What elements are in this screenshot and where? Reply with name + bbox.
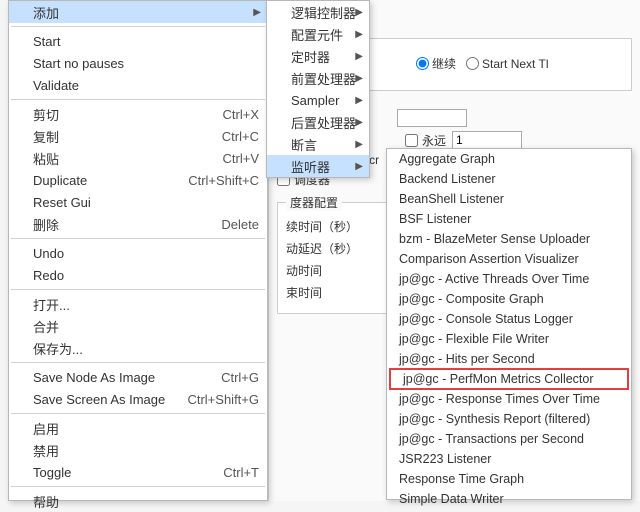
menu-paste[interactable]: 粘贴Ctrl+V [9,147,267,169]
chevron-right-icon: ▶ [355,73,363,84]
loop-input[interactable] [452,131,522,149]
submenu-assertion[interactable]: 断言▶ [267,133,369,155]
listener-submenu: Aggregate Graph Backend Listener BeanShell… [386,148,632,500]
listener-item-label: BSF Listener [399,212,623,226]
listener-item[interactable]: jp@gc - Console Status Logger [387,309,631,329]
separator [11,486,265,487]
menu-add[interactable]: 添加▶ [9,1,267,23]
context-menu: 添加▶ Start Start no pauses Validate 剪切Ctr… [8,0,268,501]
separator [11,362,265,363]
menu-enable[interactable]: 启用 [9,417,267,439]
chevron-right-icon: ▶ [355,161,363,172]
menu-cut[interactable]: 剪切Ctrl+X [9,103,267,125]
listener-item[interactable]: jp@gc - Transactions per Second [387,429,631,449]
chevron-right-icon: ▶ [355,139,363,150]
menu-save-as[interactable]: 保存为... [9,337,267,359]
listener-item[interactable]: bzm - BlazeMeter Sense Uploader [387,229,631,249]
listener-item-label: BeanShell Listener [399,192,623,206]
chevron-right-icon: ▶ [355,7,363,18]
rampup-input[interactable] [397,109,467,127]
menu-start-no-pauses[interactable]: Start no pauses [9,52,267,74]
menu-start[interactable]: Start [9,30,267,52]
listener-item[interactable]: jp@gc - Response Times Over Time [387,389,631,409]
submenu-sampler[interactable]: Sampler▶ [267,89,369,111]
separator [11,238,265,239]
listener-item-label: jp@gc - Composite Graph [399,292,623,306]
listener-item[interactable]: JSR223 Listener [387,449,631,469]
submenu-listener[interactable]: 监听器▶ [267,155,369,177]
listener-item[interactable]: Backend Listener [387,169,631,189]
add-submenu: 逻辑控制器▶ 配置元件▶ 定时器▶ 前置处理器▶ Sampler▶ 后置处理器▶… [266,0,370,178]
listener-item[interactable]: jp@gc - Synthesis Report (filtered) [387,409,631,429]
separator [11,99,265,100]
menu-redo[interactable]: Redo [9,264,267,286]
chevron-right-icon: ▶ [355,29,363,40]
listener-item[interactable]: jp@gc - PerfMon Metrics Collector [389,368,629,390]
submenu-pre-processor[interactable]: 前置处理器▶ [267,67,369,89]
listener-item-label: jp@gc - Hits per Second [399,352,623,366]
menu-duplicate[interactable]: DuplicateCtrl+Shift+C [9,169,267,191]
menu-save-screen-image[interactable]: Save Screen As ImageCtrl+Shift+G [9,388,267,410]
menu-toggle[interactable]: ToggleCtrl+T [9,461,267,483]
listener-item-label: jp@gc - PerfMon Metrics Collector [403,372,619,386]
listener-item-label: jp@gc - Transactions per Second [399,432,623,446]
listener-item[interactable]: Response Time Graph [387,469,631,489]
listener-item-label: Simple Data Writer [399,492,623,506]
menu-delete[interactable]: 删除Delete [9,213,267,235]
forever-checkbox[interactable] [405,134,418,147]
chevron-right-icon: ▶ [355,95,363,106]
separator [11,289,265,290]
listener-item[interactable]: jp@gc - Composite Graph [387,289,631,309]
scheduler-config-title: 度器配置 [286,194,342,211]
separator [11,413,265,414]
listener-item-label: JSR223 Listener [399,452,623,466]
listener-item[interactable]: BeanShell Listener [387,189,631,209]
menu-merge[interactable]: 合并 [9,315,267,337]
submenu-logic-controller[interactable]: 逻辑控制器▶ [267,1,369,23]
separator [11,26,265,27]
listener-item-label: jp@gc - Console Status Logger [399,312,623,326]
listener-item[interactable]: jp@gc - Active Threads Over Time [387,269,631,289]
menu-open[interactable]: 打开... [9,293,267,315]
listener-item-label: Backend Listener [399,172,623,186]
menu-save-node-image[interactable]: Save Node As ImageCtrl+G [9,366,267,388]
chevron-right-icon: ▶ [355,117,363,128]
listener-item-label: jp@gc - Synthesis Report (filtered) [399,412,623,426]
listener-item[interactable]: Comparison Assertion Visualizer [387,249,631,269]
listener-item-label: jp@gc - Active Threads Over Time [399,272,623,286]
menu-undo[interactable]: Undo [9,242,267,264]
menu-disable[interactable]: 禁用 [9,439,267,461]
listener-item-label: jp@gc - Flexible File Writer [399,332,623,346]
listener-item-label: Aggregate Graph [399,152,623,166]
listener-item-label: bzm - BlazeMeter Sense Uploader [399,232,623,246]
submenu-timer[interactable]: 定时器▶ [267,45,369,67]
listener-item[interactable]: Simple Data Writer [387,489,631,509]
menu-help[interactable]: 帮助 [9,490,267,512]
chevron-right-icon: ▶ [253,7,261,18]
listener-item-label: Response Time Graph [399,472,623,486]
menu-copy[interactable]: 复制Ctrl+C [9,125,267,147]
listener-item-label: Comparison Assertion Visualizer [399,252,623,266]
listener-item[interactable]: jp@gc - Flexible File Writer [387,329,631,349]
radio-start-next[interactable]: Start Next Tl [466,57,548,71]
listener-item-label: jp@gc - Response Times Over Time [399,392,623,406]
listener-item[interactable]: BSF Listener [387,209,631,229]
menu-validate[interactable]: Validate [9,74,267,96]
listener-item[interactable]: Aggregate Graph [387,149,631,169]
menu-reset-gui[interactable]: Reset Gui [9,191,267,213]
chevron-right-icon: ▶ [355,51,363,62]
submenu-config-element[interactable]: 配置元件▶ [267,23,369,45]
listener-item[interactable]: jp@gc - Hits per Second [387,349,631,369]
submenu-post-processor[interactable]: 后置处理器▶ [267,111,369,133]
radio-continue[interactable]: 继续 [416,55,456,72]
